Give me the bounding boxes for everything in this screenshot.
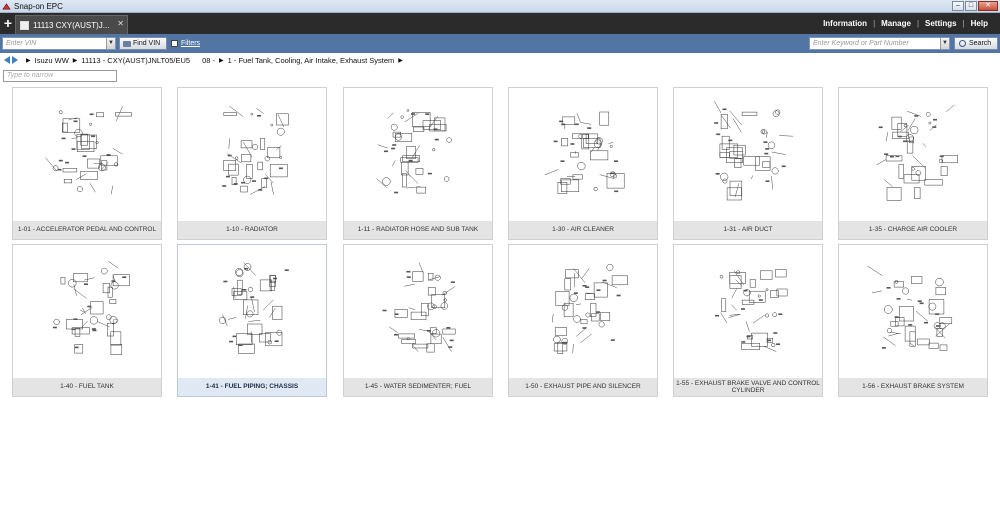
- find-vin-icon: [123, 40, 131, 47]
- diagram-card[interactable]: 1-35 - CHARGE AIR COOLER: [838, 87, 988, 240]
- diagram-caption: 1-35 - CHARGE AIR COOLER: [839, 221, 987, 239]
- window-title-bar: Snap-on EPC – □ ✕: [0, 0, 1000, 13]
- narrow-filter-input[interactable]: Type to narrow: [3, 70, 117, 82]
- nav-manage[interactable]: Manage: [881, 19, 911, 28]
- vin-placeholder: Enter VIN: [6, 40, 37, 47]
- search-button[interactable]: Search: [954, 37, 998, 50]
- diagram-thumbnail: [218, 262, 289, 354]
- diagram-thumbnail: [714, 100, 794, 201]
- breadcrumb-make[interactable]: Isuzu WW: [35, 56, 69, 65]
- close-window-button[interactable]: ✕: [978, 1, 998, 11]
- window-controls: – □ ✕: [952, 1, 998, 11]
- tab-bar: + 11113 CXY(AUST)J... ✕ Information | Ma…: [0, 13, 1000, 34]
- diagram-thumbnail: [876, 104, 958, 201]
- search-icon: [959, 40, 966, 47]
- window-title: Snap-on EPC: [14, 1, 63, 11]
- forward-arrow-icon[interactable]: [12, 56, 18, 64]
- top-nav: Information | Manage | Settings | Help: [823, 13, 988, 34]
- vin-input[interactable]: Enter VIN ▼: [2, 37, 116, 50]
- diagram-card[interactable]: 1-31 - AIR DUCT: [673, 87, 823, 240]
- nav-separator: |: [916, 19, 920, 28]
- keyword-placeholder: Enter Keyword or Part Number: [813, 40, 909, 47]
- breadcrumb-model[interactable]: 11113 - CXY(AUST)JNLT05/EU5: [81, 56, 190, 65]
- minimize-button[interactable]: –: [952, 1, 964, 11]
- diagram-caption: 1-30 - AIR CLEANER: [509, 221, 657, 239]
- diagram-caption: 1-56 - EXHAUST BRAKE SYSTEM: [839, 378, 987, 396]
- breadcrumb-chevron-icon: ▶: [219, 57, 224, 64]
- diagram-thumbnail: [45, 106, 132, 195]
- filters-label[interactable]: Filters: [181, 40, 200, 47]
- diagram-thumbnail: [376, 109, 452, 194]
- narrow-placeholder: Type to narrow: [7, 72, 54, 79]
- find-vin-label: Find VIN: [133, 40, 161, 47]
- diagram-card[interactable]: 1-50 - EXHAUST PIPE AND SILENCER: [508, 244, 658, 397]
- diagram-thumbnail: [222, 105, 289, 195]
- diagram-card[interactable]: 1-11 - RADIATOR HOSE AND SUB TANK: [343, 87, 493, 240]
- diagram-caption: 1-40 - FUEL TANK: [13, 378, 161, 396]
- keyword-search-input[interactable]: Enter Keyword or Part Number ▼: [809, 37, 950, 50]
- chevron-down-icon[interactable]: ▼: [940, 38, 949, 49]
- find-vin-button[interactable]: Find VIN: [119, 37, 167, 50]
- app-icon: [2, 2, 11, 9]
- diagram-card[interactable]: 1-45 - WATER SEDIMENTER; FUEL: [343, 244, 493, 397]
- diagram-card[interactable]: 1-01 - ACCELERATOR PEDAL AND CONTROL: [12, 87, 162, 240]
- diagram-caption: 1-10 - RADIATOR: [178, 221, 326, 239]
- diagram-card[interactable]: 1-41 - FUEL PIPING; CHASSIS: [177, 244, 327, 397]
- search-bar: Enter VIN ▼ Find VIN Filters Enter Keywo…: [0, 34, 1000, 53]
- diagram-thumbnail: [551, 263, 628, 354]
- filters-checkbox[interactable]: [171, 40, 178, 47]
- nav-information[interactable]: Information: [823, 19, 867, 28]
- diagram-thumbnail: [52, 260, 130, 355]
- breadcrumb-chevron-icon: ▶: [26, 57, 31, 64]
- vehicle-tab-icon: [20, 20, 29, 30]
- diagram-thumbnail: [544, 111, 625, 194]
- diagram-caption: 1-50 - EXHAUST PIPE AND SILENCER: [509, 378, 657, 396]
- nav-help[interactable]: Help: [971, 19, 988, 28]
- diagram-card[interactable]: 1-10 - RADIATOR: [177, 87, 327, 240]
- diagram-card[interactable]: 1-30 - AIR CLEANER: [508, 87, 658, 240]
- diagram-caption: 1-11 - RADIATOR HOSE AND SUB TANK: [344, 221, 492, 239]
- diagram-thumbnail: [382, 262, 456, 353]
- close-tab-icon[interactable]: ✕: [117, 19, 124, 28]
- chevron-down-icon[interactable]: ▼: [106, 38, 115, 49]
- search-button-label: Search: [969, 40, 992, 47]
- diagram-card[interactable]: 1-56 - EXHAUST BRAKE SYSTEM: [838, 244, 988, 397]
- diagram-card[interactable]: 1-55 - EXHAUST BRAKE VALVE AND CONTROL C…: [673, 244, 823, 397]
- maximize-button[interactable]: □: [965, 1, 977, 11]
- breadcrumb-group[interactable]: 08 -: [202, 56, 215, 65]
- nav-separator: |: [962, 19, 965, 28]
- diagram-caption: 1-31 - AIR DUCT: [674, 221, 822, 239]
- diagram-caption: 1-01 - ACCELERATOR PEDAL AND CONTROL: [13, 221, 161, 239]
- new-tab-button[interactable]: +: [2, 15, 14, 31]
- diagram-caption: 1-41 - FUEL PIPING; CHASSIS: [178, 378, 326, 396]
- diagram-card[interactable]: 1-40 - FUEL TANK: [12, 244, 162, 397]
- breadcrumb: ▶ Isuzu WW ▶ 11113 - CXY(AUST)JNLT05/EU5…: [0, 53, 1000, 67]
- tab-vehicle[interactable]: 11113 CXY(AUST)J... ✕: [15, 15, 128, 34]
- diagram-thumbnail: [867, 265, 953, 351]
- breadcrumb-chevron-icon: ▶: [398, 57, 403, 64]
- tab-label: 11113 CXY(AUST)J...: [33, 20, 110, 30]
- nav-settings[interactable]: Settings: [925, 19, 957, 28]
- breadcrumb-chevron-icon: ▶: [72, 57, 78, 64]
- breadcrumb-section[interactable]: 1 - Fuel Tank, Cooling, Air Intake, Exha…: [228, 56, 395, 65]
- back-arrow-icon[interactable]: [4, 56, 10, 64]
- diagram-thumbnail: [715, 269, 788, 352]
- nav-separator: |: [873, 19, 876, 28]
- diagram-caption: 1-45 - WATER SEDIMENTER; FUEL: [344, 378, 492, 396]
- diagram-caption: 1-55 - EXHAUST BRAKE VALVE AND CONTROL C…: [674, 378, 822, 396]
- filters-toggle[interactable]: Filters: [171, 37, 200, 50]
